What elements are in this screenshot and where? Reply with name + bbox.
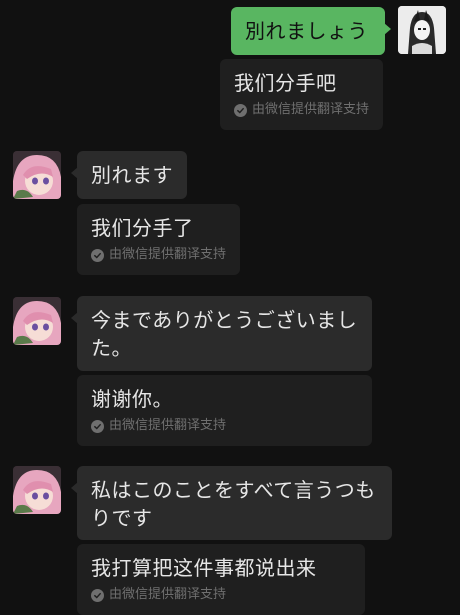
check-circle-icon [91, 419, 104, 433]
message-incoming: 別れます 我们分手了 由微信提供翻译支持 [0, 140, 460, 280]
avatar-pink-hair-icon [13, 466, 61, 514]
translation-credit: 由微信提供翻译支持 [91, 586, 351, 604]
check-circle-icon [91, 588, 104, 602]
translation-text: 我打算把这件事都说出来 [91, 556, 317, 580]
translation-credit-label: 由微信提供翻译支持 [252, 102, 370, 117]
check-circle-icon [234, 103, 247, 117]
message-bubble-outgoing[interactable]: 別れましょう [231, 7, 391, 55]
message-bubble-incoming[interactable]: 別れます [71, 151, 187, 199]
avatar-pink-hair[interactable] [13, 151, 61, 199]
message-incoming: 私はこのことをすべて言うつもりです 我打算把这件事都说出来 由微信提供翻译支持 [0, 455, 460, 615]
translation-block[interactable]: 我们分手吧 由微信提供翻译支持 [220, 59, 383, 130]
avatar-pink-hair[interactable] [13, 297, 61, 345]
translation-text: 我们分手了 [91, 216, 194, 240]
translation-credit-label: 由微信提供翻译支持 [109, 587, 227, 602]
translation-text: 我们分手吧 [234, 71, 337, 95]
translation-text: 谢谢你。 [91, 387, 173, 411]
translation-credit-label: 由微信提供翻译支持 [109, 418, 227, 433]
avatar-pink-hair-icon [13, 297, 61, 345]
message-bubble-incoming[interactable]: 私はこのことをすべて言うつもりです [71, 466, 392, 540]
translation-credit: 由微信提供翻译支持 [91, 417, 358, 435]
translation-block[interactable]: 我打算把这件事都说出来 由微信提供翻译支持 [77, 544, 365, 615]
message-incoming: 今までありがとうございました。 谢谢你。 由微信提供翻译支持 [0, 285, 460, 450]
message-outgoing: 別れましょう 我们分手吧 由微信提供翻译支持 [0, 0, 460, 135]
chat-message-list[interactable]: 別れましょう 我们分手吧 由微信提供翻译支持 別れます 我们分手了 由微信提供翻… [0, 0, 460, 615]
translation-credit-label: 由微信提供翻译支持 [109, 247, 227, 262]
message-bubble-incoming[interactable]: 今までありがとうございました。 [71, 296, 372, 371]
avatar-pink-hair-icon [13, 151, 61, 199]
translation-credit: 由微信提供翻译支持 [234, 101, 369, 119]
check-circle-icon [91, 248, 104, 262]
avatar-self[interactable] [398, 6, 446, 54]
translation-block[interactable]: 谢谢你。 由微信提供翻译支持 [77, 375, 372, 446]
translation-block[interactable]: 我们分手了 由微信提供翻译支持 [77, 204, 240, 275]
translation-credit: 由微信提供翻译支持 [91, 246, 226, 264]
avatar-self-icon [398, 6, 446, 54]
avatar-pink-hair[interactable] [13, 466, 61, 514]
